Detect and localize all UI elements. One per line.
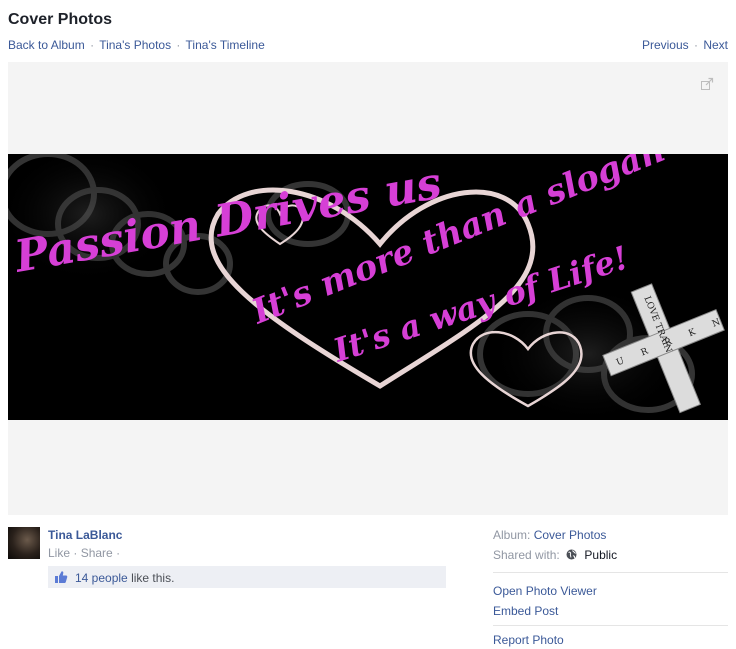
tinas-photos-link[interactable]: Tina's Photos (99, 38, 171, 52)
next-link[interactable]: Next (703, 38, 728, 52)
globe-icon (566, 549, 577, 560)
breadcrumb-separator: · (176, 38, 181, 52)
page-title: Cover Photos (8, 11, 113, 28)
previous-link[interactable]: Previous (642, 38, 689, 52)
post-actions: Like · Share · (48, 546, 120, 560)
share-link[interactable]: Share (81, 546, 113, 560)
report-photo-link[interactable]: Report Photo (493, 633, 564, 647)
back-to-album-link[interactable]: Back to Album (8, 38, 85, 52)
likes-suffix: like this. (131, 571, 175, 585)
expand-icon[interactable] (700, 77, 714, 91)
shared-with-label: Shared with: (493, 548, 560, 562)
open-photo-viewer-link[interactable]: Open Photo Viewer (493, 584, 597, 598)
tinas-timeline-link[interactable]: Tina's Timeline (186, 38, 265, 52)
divider (493, 572, 728, 573)
action-separator: · (116, 546, 121, 560)
photo-pager: Previous · Next (642, 38, 728, 52)
likes-summary: 14 people like this. (48, 566, 446, 588)
photo-stage: Passion Drives us It's more than a sloga… (8, 62, 728, 515)
embed-post-link[interactable]: Embed Post (493, 604, 558, 618)
like-link[interactable]: Like (48, 546, 70, 560)
album-link[interactable]: Cover Photos (534, 528, 607, 542)
breadcrumb: Back to Album · Tina's Photos · Tina's T… (8, 38, 265, 52)
pager-separator: · (693, 38, 698, 52)
action-separator: · (73, 546, 78, 560)
privacy-value[interactable]: Public (584, 548, 617, 562)
author-name[interactable]: Tina LaBlanc (48, 528, 122, 542)
divider (493, 625, 728, 626)
album-label: Album: (493, 528, 531, 542)
breadcrumb-separator: · (90, 38, 95, 52)
cover-photo-art: Passion Drives us It's more than a sloga… (8, 154, 728, 420)
likes-count-link[interactable]: 14 people (75, 571, 128, 585)
cover-photo[interactable]: Passion Drives us It's more than a sloga… (8, 154, 728, 420)
avatar[interactable] (8, 527, 40, 559)
thumbs-up-icon (55, 571, 68, 583)
